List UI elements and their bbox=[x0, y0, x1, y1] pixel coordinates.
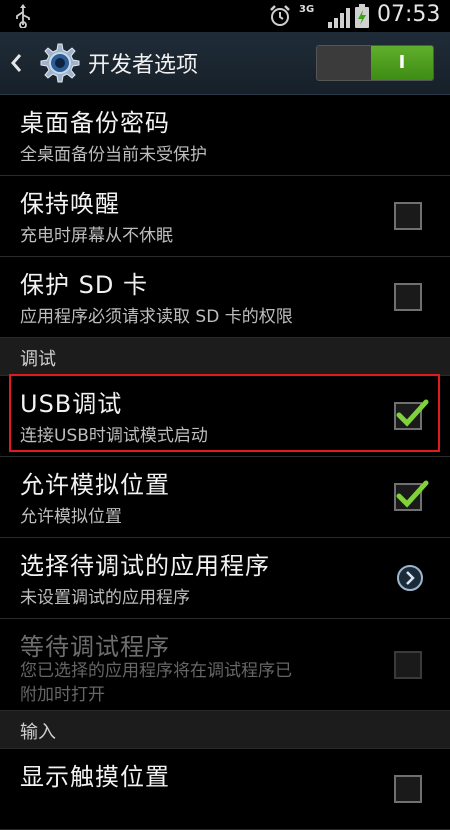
network-type: 3G bbox=[299, 4, 315, 15]
item-title: 选择待调试的应用程序 bbox=[20, 552, 270, 580]
page-title: 开发者选项 bbox=[88, 53, 199, 78]
list-item-stay-awake[interactable]: 保持唤醒 充电时屏幕从不休眠 bbox=[0, 176, 450, 257]
item-title: 允许模拟位置 bbox=[20, 471, 170, 499]
item-title: 显示触摸位置 bbox=[20, 763, 170, 791]
item-subtitle: 允许模拟位置 bbox=[20, 507, 122, 527]
signal-icon bbox=[328, 8, 350, 28]
item-title: 等待调试程序 bbox=[20, 633, 170, 661]
wait-for-debugger-checkbox bbox=[394, 651, 422, 679]
section-header-input: 输入 bbox=[0, 711, 450, 749]
clock: 07:53 bbox=[377, 2, 441, 27]
item-subtitle: 您已选择的应用程序将在调试程序已 附加时打开 bbox=[20, 659, 292, 707]
item-subtitle: 未设置调试的应用程序 bbox=[20, 588, 190, 608]
usb-icon bbox=[16, 4, 30, 28]
section-label: 调试 bbox=[20, 349, 56, 370]
toggle-on-label: I bbox=[371, 46, 433, 80]
item-subtitle-line1: 您已选择的应用程序将在调试程序已 bbox=[20, 661, 292, 681]
stay-awake-checkbox[interactable] bbox=[394, 202, 422, 230]
battery-icon bbox=[355, 4, 369, 28]
list-item-protect-sd-card[interactable]: 保护 SD 卡 应用程序必须请求读取 SD 卡的权限 bbox=[0, 257, 450, 338]
item-subtitle: 应用程序必须请求读取 SD 卡的权限 bbox=[20, 307, 293, 327]
checkmark-icon bbox=[396, 399, 429, 427]
back-icon[interactable] bbox=[8, 48, 24, 78]
item-subtitle: 全桌面备份当前未受保护 bbox=[20, 145, 207, 165]
chevron-right-icon[interactable] bbox=[396, 564, 424, 592]
developer-options-toggle[interactable]: I bbox=[316, 45, 434, 81]
item-title: 保持唤醒 bbox=[20, 190, 120, 218]
list-item-usb-debugging[interactable]: USB调试 连接USB时调试模式启动 bbox=[0, 376, 450, 457]
item-title: 保护 SD 卡 bbox=[20, 271, 148, 299]
list-item-allow-mock-locations[interactable]: 允许模拟位置 允许模拟位置 bbox=[0, 457, 450, 538]
list-item-select-debug-app[interactable]: 选择待调试的应用程序 未设置调试的应用程序 bbox=[0, 538, 450, 619]
list-item-wait-for-debugger: 等待调试程序 您已选择的应用程序将在调试程序已 附加时打开 bbox=[0, 619, 450, 711]
show-touches-checkbox[interactable] bbox=[394, 775, 422, 803]
item-subtitle: 充电时屏幕从不休眠 bbox=[20, 226, 173, 246]
checkmark-icon bbox=[396, 480, 429, 508]
item-title: 桌面备份密码 bbox=[20, 109, 170, 137]
alarm-icon bbox=[270, 5, 290, 26]
usb-debugging-checkbox[interactable] bbox=[394, 399, 429, 430]
section-label: 输入 bbox=[20, 722, 56, 743]
item-subtitle: 连接USB时调试模式启动 bbox=[20, 426, 208, 446]
section-header-debug: 调试 bbox=[0, 338, 450, 376]
item-subtitle-line2: 附加时打开 bbox=[20, 685, 105, 705]
action-bar: 开发者选项 I bbox=[0, 32, 450, 95]
item-title: USB调试 bbox=[20, 390, 123, 418]
list-item-desktop-backup-password[interactable]: 桌面备份密码 全桌面备份当前未受保护 bbox=[0, 95, 450, 176]
list-item-show-touches[interactable]: 显示触摸位置 bbox=[0, 749, 450, 830]
settings-list: 桌面备份密码 全桌面备份当前未受保护 保持唤醒 充电时屏幕从不休眠 保护 SD … bbox=[0, 95, 450, 830]
mock-locations-checkbox[interactable] bbox=[394, 480, 429, 511]
status-bar: 3G 07:53 bbox=[0, 0, 450, 32]
settings-gear-icon[interactable] bbox=[36, 41, 80, 85]
protect-sd-checkbox[interactable] bbox=[394, 283, 422, 311]
